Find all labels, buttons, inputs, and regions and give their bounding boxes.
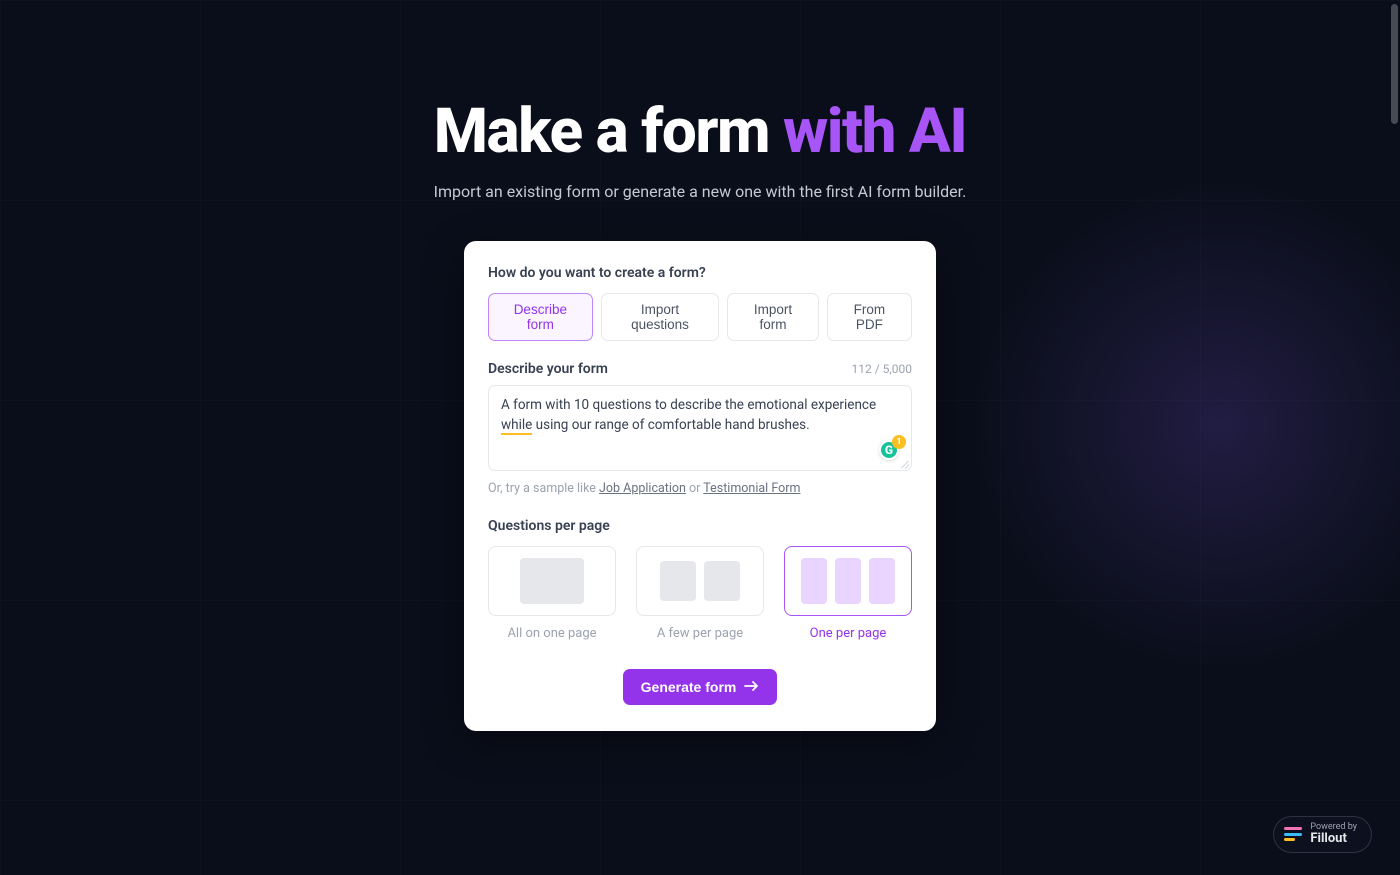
layout-options: All on one page A few per page One per p…: [488, 546, 912, 641]
layout-option-one-per-page[interactable]: One per page: [784, 546, 912, 641]
generate-form-button[interactable]: Generate form: [623, 669, 778, 705]
grammarly-suggestion-count: 1: [892, 435, 906, 449]
creation-tabs: Describe form Import questions Import fo…: [488, 293, 912, 341]
form-builder-card: How do you want to create a form? Descri…: [464, 241, 936, 731]
layout-preview-icon: [488, 546, 616, 616]
sample-link-testimonial-form[interactable]: Testimonial Form: [703, 481, 800, 496]
how-create-label: How do you want to create a form?: [488, 265, 912, 281]
page-subtitle: Import an existing form or generate a ne…: [434, 182, 967, 201]
layout-preview-icon: [784, 546, 912, 616]
page-title: Make a form with AI: [434, 98, 967, 166]
title-accent: with AI: [783, 95, 966, 168]
tab-from-pdf[interactable]: From PDF: [827, 293, 912, 341]
spellcheck-highlight: while: [501, 417, 532, 435]
layout-option-all-one-page[interactable]: All on one page: [488, 546, 616, 641]
fillout-logo-icon: [1284, 827, 1302, 841]
layout-caption: A few per page: [657, 626, 743, 641]
questions-per-page-label: Questions per page: [488, 518, 912, 534]
layout-option-few-per-page[interactable]: A few per page: [636, 546, 764, 641]
describe-input[interactable]: A form with 10 questions to describe the…: [488, 385, 912, 471]
tab-import-questions[interactable]: Import questions: [601, 293, 720, 341]
layout-caption: All on one page: [507, 626, 596, 641]
resize-handle-icon[interactable]: [899, 458, 909, 468]
powered-by-badge[interactable]: Powered by Fillout: [1273, 816, 1372, 853]
layout-preview-icon: [636, 546, 764, 616]
brand-name: Fillout: [1310, 832, 1357, 846]
tab-import-form[interactable]: Import form: [727, 293, 818, 341]
describe-text: A form with 10 questions to describe the…: [501, 396, 899, 435]
char-count: 112 / 5,000: [852, 362, 912, 376]
describe-label: Describe your form: [488, 361, 608, 377]
grammarly-icon[interactable]: G 1: [879, 440, 901, 462]
sample-hint: Or, try a sample like Job Application or…: [488, 481, 912, 496]
tab-describe-form[interactable]: Describe form: [488, 293, 593, 341]
title-prefix: Make a form: [434, 95, 783, 168]
sample-link-job-application[interactable]: Job Application: [599, 481, 686, 496]
arrow-right-icon: [744, 679, 759, 695]
layout-caption: One per page: [810, 626, 887, 641]
generate-label: Generate form: [641, 679, 737, 695]
